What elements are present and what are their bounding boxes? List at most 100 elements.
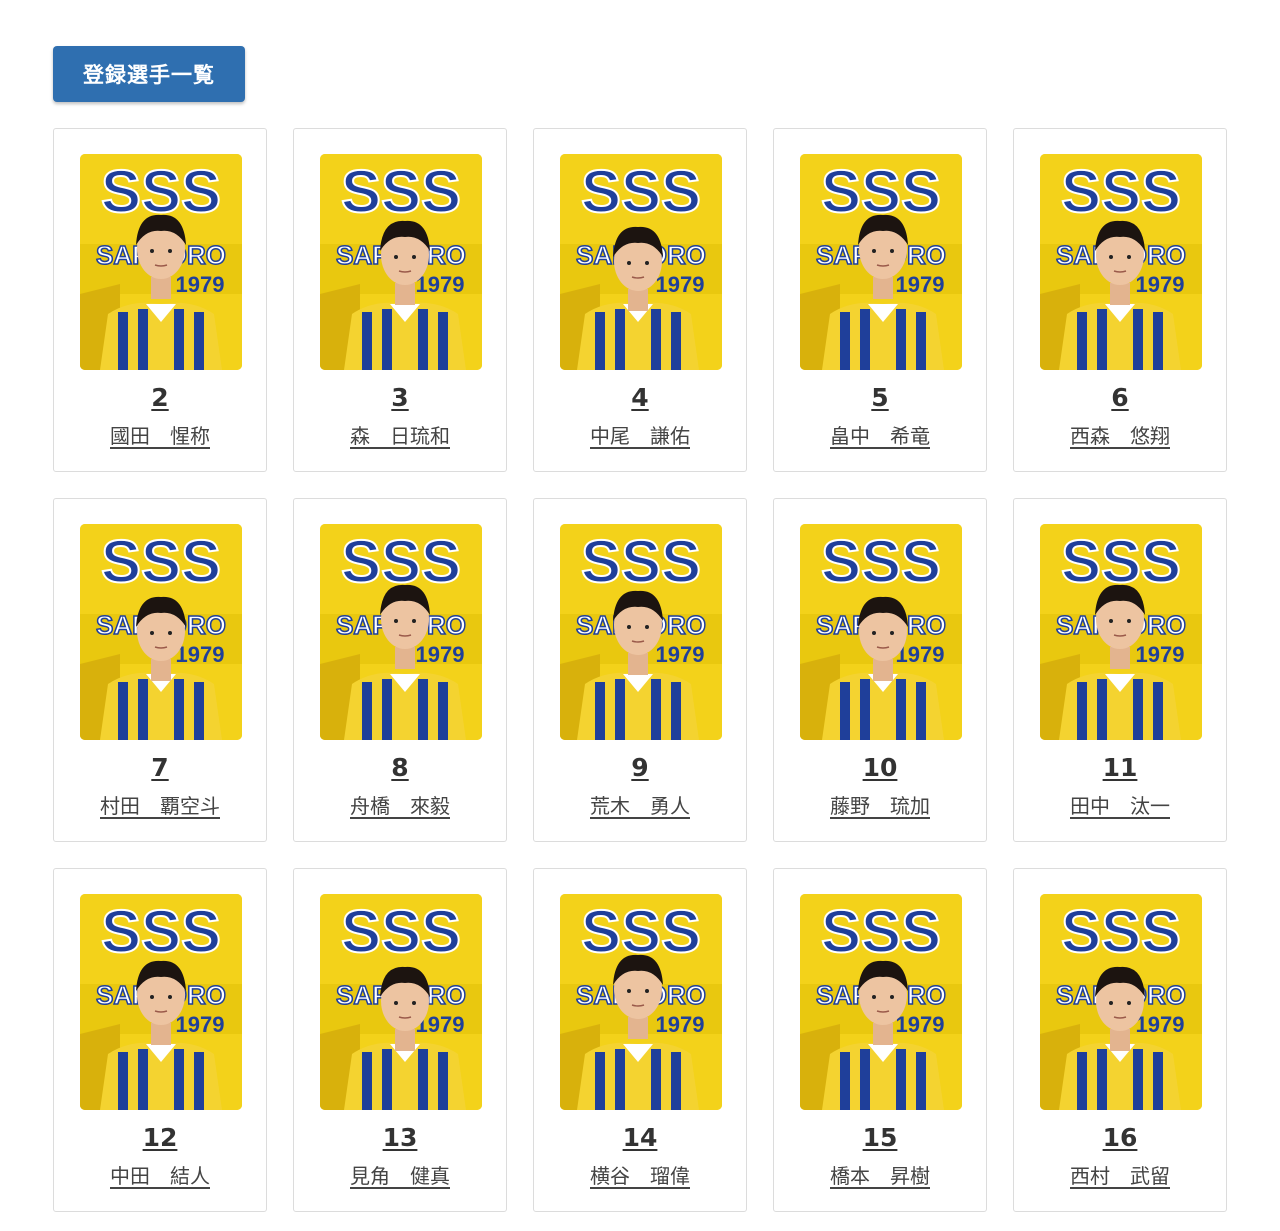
svg-text:1979: 1979 bbox=[896, 1012, 945, 1037]
player-number-link[interactable]: 5 bbox=[774, 383, 986, 412]
svg-text:SSS: SSS bbox=[101, 158, 221, 225]
player-photo[interactable]: SSSSAPPORO1979 bbox=[560, 524, 722, 740]
player-number-link[interactable]: 14 bbox=[534, 1123, 746, 1152]
player-card[interactable]: SSSSAPPORO1979 15 橋本 昇樹 bbox=[773, 868, 987, 1212]
player-photo[interactable]: SSSSAPPORO1979 bbox=[560, 154, 722, 370]
player-photo[interactable]: SSSSAPPORO1979 bbox=[80, 894, 242, 1110]
player-portrait-image: SSSSAPPORO1979 bbox=[560, 894, 722, 1110]
player-number-link[interactable]: 6 bbox=[1014, 383, 1226, 412]
player-portrait-image: SSSSAPPORO1979 bbox=[80, 894, 242, 1110]
player-number-link[interactable]: 8 bbox=[294, 753, 506, 782]
player-portrait-image: SSSSAPPORO1979 bbox=[320, 524, 482, 740]
svg-text:1979: 1979 bbox=[1136, 272, 1185, 297]
player-grid: SSSSAPPORO1979 2 國田 惺称 SSSSAPPORO1979 3 森 日琉和… bbox=[53, 128, 1227, 1212]
player-name-link[interactable]: 村田 覇空斗 bbox=[54, 790, 266, 819]
player-name-link[interactable]: 中尾 謙佑 bbox=[534, 420, 746, 449]
svg-text:SSS: SSS bbox=[581, 528, 701, 595]
player-name-link[interactable]: 横谷 瑠偉 bbox=[534, 1160, 746, 1189]
svg-text:1979: 1979 bbox=[656, 272, 705, 297]
player-card[interactable]: SSSSAPPORO1979 6 西森 悠翔 bbox=[1013, 128, 1227, 472]
player-card[interactable]: SSSSAPPORO1979 8 舟橋 來毅 bbox=[293, 498, 507, 842]
player-name-link[interactable]: 橋本 昇樹 bbox=[774, 1160, 986, 1189]
svg-text:1979: 1979 bbox=[176, 642, 225, 667]
player-name-link[interactable]: 畠中 希竜 bbox=[774, 420, 986, 449]
registered-players-button[interactable]: 登録選手一覧 bbox=[53, 46, 245, 102]
player-photo[interactable]: SSSSAPPORO1979 bbox=[800, 154, 962, 370]
svg-text:SSS: SSS bbox=[1061, 158, 1181, 225]
player-portrait-image: SSSSAPPORO1979 bbox=[1040, 154, 1202, 370]
player-photo[interactable]: SSSSAPPORO1979 bbox=[800, 524, 962, 740]
player-card[interactable]: SSSSAPPORO1979 3 森 日琉和 bbox=[293, 128, 507, 472]
player-portrait-image: SSSSAPPORO1979 bbox=[560, 154, 722, 370]
player-portrait-image: SSSSAPPORO1979 bbox=[800, 894, 962, 1110]
svg-text:SSS: SSS bbox=[581, 158, 701, 225]
player-card[interactable]: SSSSAPPORO1979 9 荒木 勇人 bbox=[533, 498, 747, 842]
player-name-link[interactable]: 西村 武留 bbox=[1014, 1160, 1226, 1189]
svg-text:1979: 1979 bbox=[1136, 642, 1185, 667]
svg-text:SSS: SSS bbox=[821, 898, 941, 965]
player-photo[interactable]: SSSSAPPORO1979 bbox=[80, 154, 242, 370]
player-number-link[interactable]: 11 bbox=[1014, 753, 1226, 782]
player-name-link[interactable]: 荒木 勇人 bbox=[534, 790, 746, 819]
player-portrait-image: SSSSAPPORO1979 bbox=[1040, 894, 1202, 1110]
player-portrait-image: SSSSAPPORO1979 bbox=[560, 524, 722, 740]
player-number-link[interactable]: 10 bbox=[774, 753, 986, 782]
player-name-link[interactable]: 田中 汰一 bbox=[1014, 790, 1226, 819]
svg-text:SSS: SSS bbox=[101, 898, 221, 965]
svg-text:1979: 1979 bbox=[176, 272, 225, 297]
player-portrait-image: SSSSAPPORO1979 bbox=[320, 894, 482, 1110]
player-name-link[interactable]: 舟橋 來毅 bbox=[294, 790, 506, 819]
player-photo[interactable]: SSSSAPPORO1979 bbox=[80, 524, 242, 740]
svg-text:1979: 1979 bbox=[656, 642, 705, 667]
player-number-link[interactable]: 16 bbox=[1014, 1123, 1226, 1152]
player-portrait-image: SSSSAPPORO1979 bbox=[80, 524, 242, 740]
player-card[interactable]: SSSSAPPORO1979 11 田中 汰一 bbox=[1013, 498, 1227, 842]
player-number-link[interactable]: 15 bbox=[774, 1123, 986, 1152]
player-photo[interactable]: SSSSAPPORO1979 bbox=[1040, 524, 1202, 740]
player-photo[interactable]: SSSSAPPORO1979 bbox=[1040, 154, 1202, 370]
player-name-link[interactable]: 西森 悠翔 bbox=[1014, 420, 1226, 449]
player-card[interactable]: SSSSAPPORO1979 14 横谷 瑠偉 bbox=[533, 868, 747, 1212]
player-portrait-image: SSSSAPPORO1979 bbox=[1040, 524, 1202, 740]
player-card[interactable]: SSSSAPPORO1979 12 中田 結人 bbox=[53, 868, 267, 1212]
player-card[interactable]: SSSSAPPORO1979 4 中尾 謙佑 bbox=[533, 128, 747, 472]
player-number-link[interactable]: 13 bbox=[294, 1123, 506, 1152]
svg-text:SSS: SSS bbox=[1061, 898, 1181, 965]
player-photo[interactable]: SSSSAPPORO1979 bbox=[320, 154, 482, 370]
player-card[interactable]: SSSSAPPORO1979 16 西村 武留 bbox=[1013, 868, 1227, 1212]
player-photo[interactable]: SSSSAPPORO1979 bbox=[320, 524, 482, 740]
player-portrait-image: SSSSAPPORO1979 bbox=[320, 154, 482, 370]
svg-text:1979: 1979 bbox=[896, 272, 945, 297]
player-card[interactable]: SSSSAPPORO1979 13 見角 健真 bbox=[293, 868, 507, 1212]
svg-text:SSS: SSS bbox=[821, 528, 941, 595]
player-card[interactable]: SSSSAPPORO1979 5 畠中 希竜 bbox=[773, 128, 987, 472]
player-name-link[interactable]: 藤野 琉加 bbox=[774, 790, 986, 819]
svg-text:SSS: SSS bbox=[341, 158, 461, 225]
player-photo[interactable]: SSSSAPPORO1979 bbox=[1040, 894, 1202, 1110]
svg-text:1979: 1979 bbox=[656, 1012, 705, 1037]
svg-text:SSS: SSS bbox=[101, 528, 221, 595]
player-portrait-image: SSSSAPPORO1979 bbox=[80, 154, 242, 370]
player-name-link[interactable]: 見角 健真 bbox=[294, 1160, 506, 1189]
player-photo[interactable]: SSSSAPPORO1979 bbox=[320, 894, 482, 1110]
player-card[interactable]: SSSSAPPORO1979 7 村田 覇空斗 bbox=[53, 498, 267, 842]
player-portrait-image: SSSSAPPORO1979 bbox=[800, 524, 962, 740]
player-photo[interactable]: SSSSAPPORO1979 bbox=[560, 894, 722, 1110]
player-name-link[interactable]: 國田 惺称 bbox=[54, 420, 266, 449]
svg-text:1979: 1979 bbox=[176, 1012, 225, 1037]
player-number-link[interactable]: 3 bbox=[294, 383, 506, 412]
player-number-link[interactable]: 4 bbox=[534, 383, 746, 412]
player-photo[interactable]: SSSSAPPORO1979 bbox=[800, 894, 962, 1110]
player-name-link[interactable]: 中田 結人 bbox=[54, 1160, 266, 1189]
player-number-link[interactable]: 2 bbox=[54, 383, 266, 412]
player-number-link[interactable]: 12 bbox=[54, 1123, 266, 1152]
player-card[interactable]: SSSSAPPORO1979 10 藤野 琉加 bbox=[773, 498, 987, 842]
svg-text:SSS: SSS bbox=[341, 898, 461, 965]
player-number-link[interactable]: 9 bbox=[534, 753, 746, 782]
player-portrait-image: SSSSAPPORO1979 bbox=[800, 154, 962, 370]
svg-text:1979: 1979 bbox=[416, 272, 465, 297]
player-name-link[interactable]: 森 日琉和 bbox=[294, 420, 506, 449]
svg-text:1979: 1979 bbox=[416, 642, 465, 667]
player-number-link[interactable]: 7 bbox=[54, 753, 266, 782]
player-card[interactable]: SSSSAPPORO1979 2 國田 惺称 bbox=[53, 128, 267, 472]
